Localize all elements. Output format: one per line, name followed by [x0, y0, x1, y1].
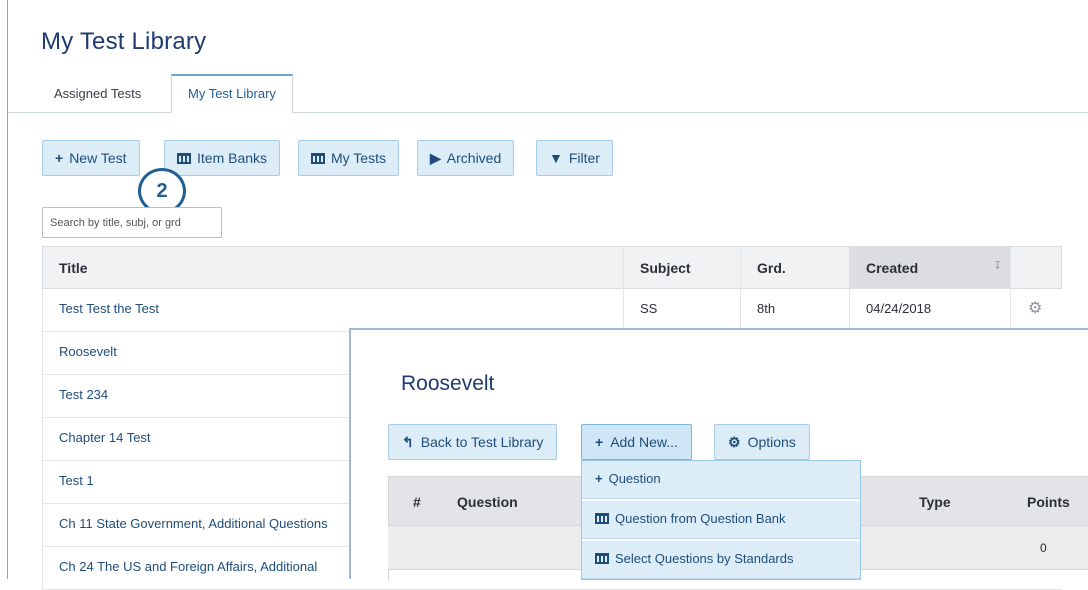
tab-bar: Assigned Tests My Test Library [8, 74, 1088, 113]
row-title-link[interactable]: Test Test the Test [59, 289, 159, 332]
column-header-title[interactable]: Title [59, 247, 88, 290]
new-test-button[interactable]: + New Test [42, 140, 140, 176]
back-to-library-button[interactable]: ↰ Back to Test Library [388, 424, 558, 460]
column-divider [740, 289, 741, 332]
menu-item-question[interactable]: + Question [582, 461, 860, 499]
tab-assigned-tests[interactable]: Assigned Tests [38, 74, 157, 112]
options-label: Options [747, 434, 796, 450]
bank-icon [595, 513, 609, 524]
add-new-dropdown-menu: + Question Question from Question Bank Se… [581, 460, 861, 580]
bank-icon [311, 153, 325, 164]
filter-icon: ▼ [549, 150, 563, 166]
row-subject: SS [640, 301, 658, 316]
row-title-link[interactable]: Roosevelt [59, 332, 117, 375]
tab-my-test-library[interactable]: My Test Library [171, 74, 293, 113]
plus-icon: + [595, 434, 604, 450]
row-created: 04/24/2018 [866, 301, 932, 316]
archived-button[interactable]: ▶ Archived [417, 140, 515, 176]
plus-icon: + [595, 471, 603, 486]
new-test-label: New Test [69, 150, 127, 166]
column-header-subject[interactable]: Subject [640, 247, 691, 290]
bank-icon [595, 553, 609, 564]
row-title-link[interactable]: Test 1 [59, 461, 94, 504]
gear-icon[interactable]: ⚙ [1028, 289, 1042, 332]
column-header-question: Question [457, 494, 518, 510]
column-header-created-label: Created [866, 260, 919, 276]
table-row[interactable]: Test Test the Test SS 8th 04/24/2018 ⚙ [42, 289, 1062, 332]
filter-button[interactable]: ▼ Filter [536, 140, 613, 176]
column-header-type: Type [919, 494, 951, 510]
options-button[interactable]: ⚙ Options [714, 424, 810, 460]
test-editor-title: Roosevelt [401, 372, 495, 395]
menu-item-question-from-bank[interactable]: Question from Question Bank [582, 501, 860, 539]
item-banks-button[interactable]: Item Banks [164, 140, 281, 176]
row-grade: 8th [757, 301, 776, 316]
menu-item-select-by-standards-label: Select Questions by Standards [615, 551, 794, 566]
back-to-library-label: Back to Test Library [420, 434, 544, 450]
archived-label: Archived [446, 150, 502, 166]
column-divider [623, 289, 624, 332]
plus-icon: + [55, 150, 64, 166]
row-title-link[interactable]: Ch 11 State Government, Additional Quest… [59, 504, 328, 547]
reply-arrow-icon: ↰ [402, 434, 414, 450]
column-divider [1010, 289, 1011, 332]
question-points: 0 [1040, 541, 1047, 555]
my-tests-label: My Tests [331, 150, 386, 166]
add-new-button[interactable]: + Add New... [581, 424, 692, 460]
sort-descending-icon: ↧ [993, 260, 1003, 272]
column-header-grade[interactable]: Grd. [757, 247, 786, 290]
test-editor-panel: Roosevelt ↰ Back to Test Library + Add New… [349, 328, 1088, 581]
column-header-number: # [413, 494, 421, 510]
menu-item-question-label: Question [608, 471, 661, 486]
gear-icon: ⚙ [728, 434, 741, 450]
filter-label: Filter [568, 150, 600, 166]
menu-item-question-from-bank-label: Question from Question Bank [615, 511, 786, 526]
column-divider [849, 289, 850, 332]
folder-open-icon: ▶ [430, 150, 441, 166]
row-title-link[interactable]: Test 234 [59, 375, 108, 418]
table-header: Title Subject Grd. Created ↧ [42, 246, 1062, 290]
row-title-link[interactable]: Ch 24 The US and Foreign Affairs, Additi… [59, 547, 317, 590]
column-header-created[interactable]: Created ↧ [849, 247, 1010, 289]
column-divider [1010, 247, 1011, 290]
add-new-label: Add New... [610, 434, 678, 450]
column-divider [740, 247, 741, 290]
row-title-link[interactable]: Chapter 14 Test [59, 418, 151, 461]
my-tests-button[interactable]: My Tests [298, 140, 399, 176]
column-divider [623, 247, 624, 290]
search-input[interactable] [42, 207, 222, 238]
column-header-points: Points [1027, 494, 1070, 510]
menu-item-select-by-standards[interactable]: Select Questions by Standards [582, 541, 860, 579]
bank-icon [177, 153, 191, 164]
page-title: My Test Library [41, 28, 207, 55]
item-banks-label: Item Banks [197, 150, 268, 166]
